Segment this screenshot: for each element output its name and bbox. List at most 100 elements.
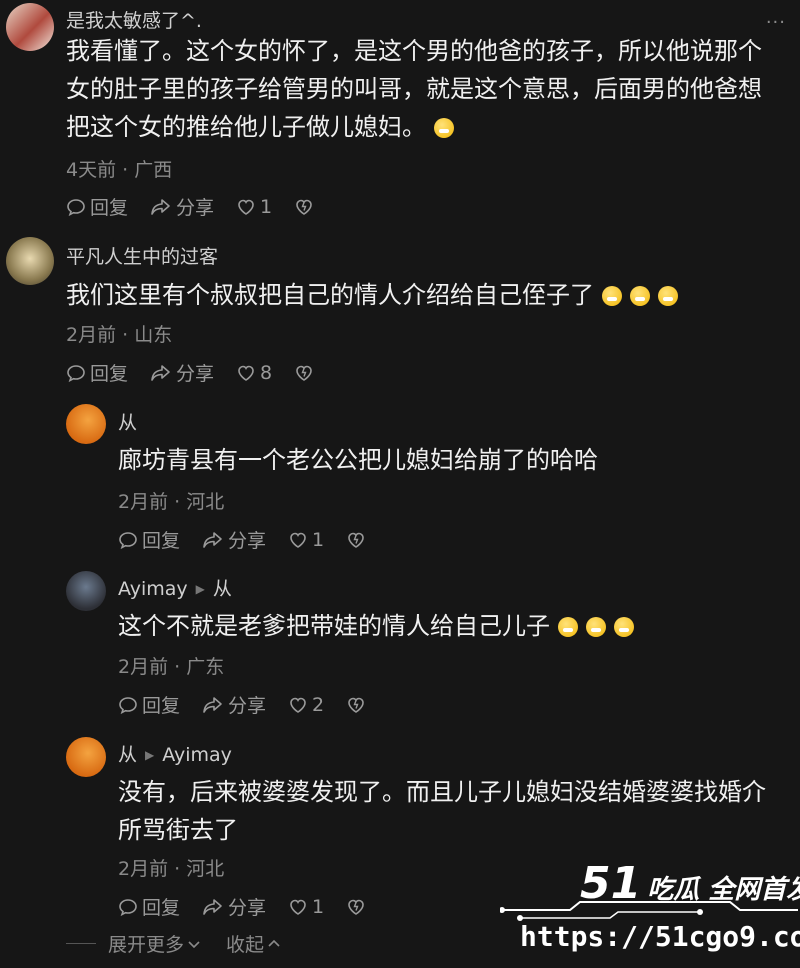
avatar[interactable] xyxy=(66,404,106,444)
share-label: 分享 xyxy=(228,530,267,552)
grin-emoji-icon xyxy=(658,286,678,306)
like-button[interactable]: 2 xyxy=(288,694,324,716)
comment-text-content: 我们这里有个叔叔把自己的情人介绍给自己侄子了 xyxy=(66,281,594,309)
share-icon xyxy=(203,898,222,915)
reply-label: 回复 xyxy=(142,530,181,552)
comment-text: 没有，后来被婆婆发现了。而且儿子儿媳妇没结婚婆婆找婚介所骂街去了 xyxy=(118,778,766,844)
grin-emoji-icon xyxy=(434,118,454,138)
reply-icon xyxy=(119,696,137,714)
reply-author[interactable]: Ayimay xyxy=(118,578,188,600)
dislike-button[interactable] xyxy=(346,897,370,917)
like-count: 1 xyxy=(312,528,325,551)
avatar[interactable] xyxy=(66,571,106,611)
replies-footer: 展开更多 收起 xyxy=(66,930,282,957)
share-icon xyxy=(203,531,222,548)
reply-button[interactable]: 回复 xyxy=(66,193,128,220)
watermark-title: 51 吃瓜 全网首发 xyxy=(580,858,800,909)
dislike-icon xyxy=(348,532,364,548)
comment-username: Ayimay ▶ 从 xyxy=(118,574,232,601)
reply-icon xyxy=(67,364,85,382)
comment-time-location: 2月前 · 广东 xyxy=(118,656,225,678)
avatar[interactable] xyxy=(6,3,54,51)
heart-icon xyxy=(290,899,306,915)
comment-time-location: 2月前 · 河北 xyxy=(118,491,225,513)
share-button[interactable]: 分享 xyxy=(202,526,266,553)
share-label: 分享 xyxy=(176,363,215,385)
share-label: 分享 xyxy=(228,897,267,919)
collapse-label: 收起 xyxy=(226,934,265,956)
share-label: 分享 xyxy=(228,695,267,717)
comment-actions: 回复 分享 2 xyxy=(118,691,392,718)
avatar[interactable] xyxy=(66,737,106,777)
heart-icon xyxy=(238,199,254,215)
reply-icon xyxy=(119,898,137,916)
collapse-button[interactable]: 收起 xyxy=(226,930,282,957)
like-count: 8 xyxy=(260,361,273,384)
share-label: 分享 xyxy=(176,197,215,219)
dislike-button[interactable] xyxy=(346,530,370,550)
like-button[interactable]: 1 xyxy=(288,529,324,551)
reply-author[interactable]: 从 xyxy=(118,744,137,766)
comment-username[interactable]: 平凡人生中的过客 xyxy=(66,242,218,269)
surprised-emoji-icon xyxy=(558,617,578,637)
dislike-icon xyxy=(296,365,312,381)
reply-to-user[interactable]: 从 xyxy=(213,578,232,600)
like-button[interactable]: 1 xyxy=(236,196,272,218)
like-button[interactable]: 1 xyxy=(288,896,324,918)
share-button[interactable]: 分享 xyxy=(202,691,266,718)
watermark: 51 吃瓜 全网首发 https://51cgo9.com xyxy=(500,858,800,968)
comment-text-content: 我看懂了。这个女的怀了，是这个男的他爸的孩子，所以他说那个女的肚子里的孩子给管男… xyxy=(66,37,762,141)
reply-arrow-icon: ▶ xyxy=(145,748,155,762)
dislike-button[interactable] xyxy=(294,197,318,217)
comment-text: 我看懂了。这个女的怀了，是这个男的他爸的孩子，所以他说那个女的肚子里的孩子给管男… xyxy=(66,32,776,146)
watermark-tagline: 吃瓜 全网首发 xyxy=(647,875,800,905)
like-button[interactable]: 8 xyxy=(236,362,272,384)
like-count: 1 xyxy=(260,195,273,218)
dislike-button[interactable] xyxy=(294,363,318,383)
share-button[interactable]: 分享 xyxy=(150,359,214,386)
comment-time-location: 2月前 · 山东 xyxy=(66,324,173,346)
dislike-icon xyxy=(348,697,364,713)
comment-actions: 回复 分享 8 xyxy=(66,359,340,386)
surprised-emoji-icon xyxy=(614,617,634,637)
comment-text: 廊坊青县有一个老公公把儿媳妇给崩了的哈哈 xyxy=(118,446,598,474)
reply-label: 回复 xyxy=(90,363,129,385)
more-options-icon[interactable]: ··· xyxy=(766,12,786,33)
watermark-url: https://51cgo9.com xyxy=(520,920,800,953)
comment-username: 从 ▶ Ayimay xyxy=(118,740,232,767)
dislike-button[interactable] xyxy=(346,695,370,715)
surprised-emoji-icon xyxy=(586,617,606,637)
heart-icon xyxy=(290,532,306,548)
comment-actions: 回复 分享 1 xyxy=(118,526,392,553)
comment-time-location: 2月前 · 河北 xyxy=(118,858,225,880)
avatar[interactable] xyxy=(6,237,54,285)
comment-time-location: 4天前 · 广西 xyxy=(66,159,173,181)
grin-emoji-icon xyxy=(630,286,650,306)
chevron-down-icon xyxy=(188,940,200,948)
comment-actions: 回复 分享 1 xyxy=(66,193,340,220)
reply-button[interactable]: 回复 xyxy=(118,691,180,718)
dislike-icon xyxy=(296,199,312,215)
comment-username[interactable]: 从 xyxy=(118,408,137,435)
grin-emoji-icon xyxy=(602,286,622,306)
reply-label: 回复 xyxy=(142,897,181,919)
share-button[interactable]: 分享 xyxy=(202,893,266,920)
comment-text: 我们这里有个叔叔把自己的情人介绍给自己侄子了 xyxy=(66,276,776,314)
share-icon xyxy=(151,364,170,381)
dislike-icon xyxy=(348,899,364,915)
share-button[interactable]: 分享 xyxy=(150,193,214,220)
like-count: 2 xyxy=(312,693,325,716)
expand-more-button[interactable]: 展开更多 xyxy=(108,930,202,957)
comment-username[interactable]: 是我太敏感了^. xyxy=(66,6,202,33)
reply-to-user[interactable]: Ayimay xyxy=(162,744,232,766)
reply-arrow-icon: ▶ xyxy=(195,582,205,596)
share-icon xyxy=(203,696,222,713)
comment-text: 这个不就是老爹把带娃的情人给自己儿子 xyxy=(118,607,778,645)
comment-actions: 回复 分享 1 xyxy=(118,893,392,920)
reply-button[interactable]: 回复 xyxy=(118,526,180,553)
heart-icon xyxy=(290,697,306,713)
expand-more-label: 展开更多 xyxy=(108,934,185,956)
reply-button[interactable]: 回复 xyxy=(118,893,180,920)
reply-label: 回复 xyxy=(142,695,181,717)
reply-button[interactable]: 回复 xyxy=(66,359,128,386)
